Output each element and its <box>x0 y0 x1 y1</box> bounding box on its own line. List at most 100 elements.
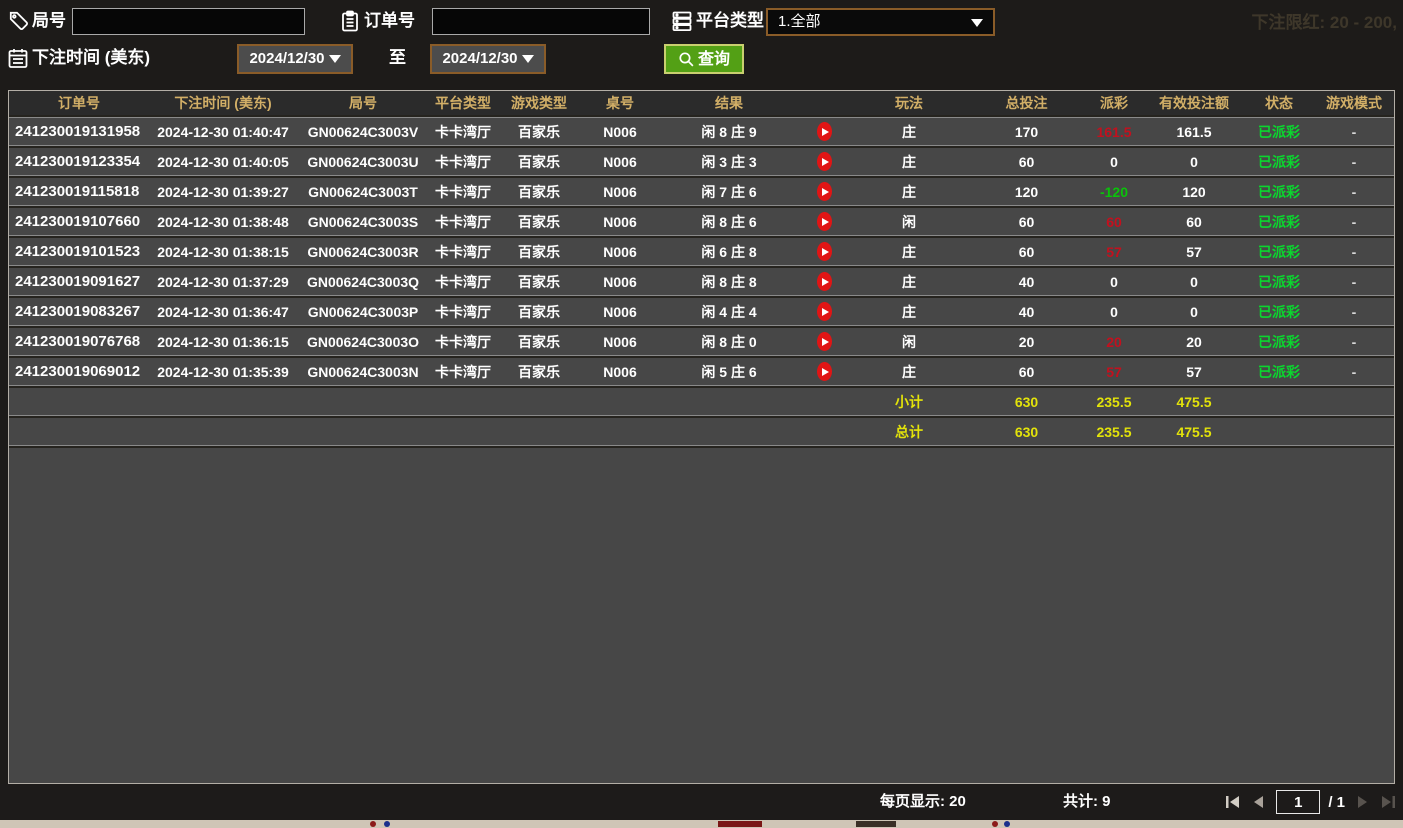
game-mode: - <box>1314 184 1394 200</box>
total-bet: 40 <box>969 274 1084 290</box>
valid-bet: 60 <box>1144 214 1244 230</box>
game-mode: - <box>1314 154 1394 170</box>
valid-bet: 0 <box>1144 274 1244 290</box>
grand-total-payout: 235.5 <box>1084 424 1144 440</box>
result: 闲 6 庄 8 <box>659 242 799 262</box>
prev-page-icon[interactable] <box>1250 794 1268 810</box>
table-no: N006 <box>581 124 659 140</box>
platform: 卡卡湾厅 <box>429 362 497 382</box>
chevron-down-icon <box>522 55 534 63</box>
play-type: 庄 <box>849 302 969 322</box>
platform: 卡卡湾厅 <box>429 332 497 352</box>
background-bleed-text: 下注限红: 20 - 200, <box>1252 8 1398 33</box>
video-replay-icon[interactable] <box>817 122 832 141</box>
grand-total-label: 总计 <box>849 422 969 442</box>
platform: 卡卡湾厅 <box>429 242 497 262</box>
status-badge: 已派彩 <box>1244 182 1314 202</box>
video-replay-icon[interactable] <box>817 182 832 201</box>
payout: 20 <box>1084 334 1144 350</box>
date-to-picker[interactable]: 2024/12/30 <box>430 44 546 74</box>
valid-bet: 20 <box>1144 334 1244 350</box>
query-button[interactable]: 查询 <box>664 44 744 74</box>
total-bet: 60 <box>969 154 1084 170</box>
table-row: 241230019131958 2024-12-30 01:40:47 GN00… <box>9 118 1394 145</box>
filter-bar: 局号 订单号 平台类型 1.全部 下注限红: 20 - 200, <box>0 0 1403 90</box>
video-replay-icon[interactable] <box>817 302 832 321</box>
pagination-bar: 每页显示: 20 共计: 9 / 1 <box>0 784 1403 820</box>
total-bet: 170 <box>969 124 1084 140</box>
game-mode: - <box>1314 334 1394 350</box>
bet-time: 2024-12-30 01:38:48 <box>149 214 297 230</box>
valid-bet: 0 <box>1144 304 1244 320</box>
game-type: 百家乐 <box>497 302 581 322</box>
play-type: 庄 <box>849 272 969 292</box>
table-row: 241230019076768 2024-12-30 01:36:15 GN00… <box>9 328 1394 355</box>
table-no: N006 <box>581 304 659 320</box>
payout: 0 <box>1084 154 1144 170</box>
round-no: GN00624C3003V <box>297 124 429 140</box>
next-page-icon[interactable] <box>1353 794 1371 810</box>
game-mode: - <box>1314 244 1394 260</box>
col-header-play: 玩法 <box>849 93 969 113</box>
bead-blue <box>384 821 390 827</box>
play-type: 庄 <box>849 242 969 262</box>
page-number-input[interactable] <box>1276 790 1320 814</box>
platform: 卡卡湾厅 <box>429 122 497 142</box>
payout: 57 <box>1084 244 1144 260</box>
bottom-strip <box>0 820 1403 828</box>
grand-total-total-bet: 630 <box>969 424 1084 440</box>
first-page-icon[interactable] <box>1224 794 1242 810</box>
game-type: 百家乐 <box>497 362 581 382</box>
col-header-platform: 平台类型 <box>429 93 497 113</box>
col-header-order: 订单号 <box>9 93 149 113</box>
result: 闲 7 庄 6 <box>659 182 799 202</box>
date-from-picker[interactable]: 2024/12/30 <box>237 44 353 74</box>
game-type: 百家乐 <box>497 122 581 142</box>
platform-type-select[interactable]: 1.全部 <box>766 8 995 36</box>
table-no: N006 <box>581 184 659 200</box>
total-bet: 20 <box>969 334 1084 350</box>
bet-time: 2024-12-30 01:35:39 <box>149 364 297 380</box>
order-no: 241230019101523 <box>9 243 149 260</box>
game-mode: - <box>1314 304 1394 320</box>
bet-history-table: 订单号 下注时间 (美东) 局号 平台类型 游戏类型 桌号 结果 玩法 总投注 … <box>8 90 1395 784</box>
payout: 0 <box>1084 274 1144 290</box>
table-row: 241230019115818 2024-12-30 01:39:27 GN00… <box>9 178 1394 205</box>
order-no: 241230019076768 <box>9 333 149 350</box>
col-header-time: 下注时间 (美东) <box>149 93 297 113</box>
video-replay-icon[interactable] <box>817 242 832 261</box>
search-icon <box>678 51 695 68</box>
video-replay-icon[interactable] <box>817 212 832 231</box>
table-row: 241230019069012 2024-12-30 01:35:39 GN00… <box>9 358 1394 385</box>
payout: 57 <box>1084 364 1144 380</box>
video-replay-icon[interactable] <box>817 272 832 291</box>
round-no-input[interactable] <box>72 8 305 35</box>
result: 闲 8 庄 6 <box>659 212 799 232</box>
video-replay-icon[interactable] <box>817 362 832 381</box>
col-header-total-bet: 总投注 <box>969 93 1084 113</box>
last-page-icon[interactable] <box>1379 794 1397 810</box>
bead-blue <box>1004 821 1010 827</box>
result: 闲 4 庄 4 <box>659 302 799 322</box>
status-badge: 已派彩 <box>1244 152 1314 172</box>
bet-time: 2024-12-30 01:40:47 <box>149 124 297 140</box>
table-header-row: 订单号 下注时间 (美东) 局号 平台类型 游戏类型 桌号 结果 玩法 总投注 … <box>9 91 1394 115</box>
chevron-down-icon <box>971 19 983 27</box>
clipboard-icon <box>338 9 362 33</box>
total-bet: 60 <box>969 364 1084 380</box>
col-header-mode: 游戏模式 <box>1314 93 1394 113</box>
col-header-table-no: 桌号 <box>581 93 659 113</box>
tag-icon <box>6 9 30 33</box>
order-no: 241230019069012 <box>9 363 149 380</box>
bead-red <box>370 821 376 827</box>
video-replay-icon[interactable] <box>817 332 832 351</box>
round-no: GN00624C3003S <box>297 214 429 230</box>
round-no-label: 局号 <box>32 7 66 35</box>
video-replay-icon[interactable] <box>817 152 832 171</box>
bet-time: 2024-12-30 01:40:05 <box>149 154 297 170</box>
game-mode: - <box>1314 214 1394 230</box>
table-no: N006 <box>581 364 659 380</box>
order-no-input[interactable] <box>432 8 650 35</box>
col-header-valid-bet: 有效投注额 <box>1144 93 1244 113</box>
date-range-to-label: 至 <box>389 44 406 72</box>
